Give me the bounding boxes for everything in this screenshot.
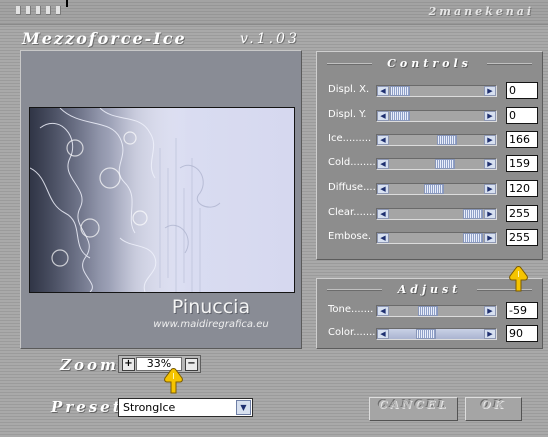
watermark-url: www.maidiregrafica.eu <box>153 319 269 330</box>
cancel-button[interactable]: CANCEL <box>369 397 458 421</box>
arrow-right-icon[interactable]: ▶ <box>484 86 496 96</box>
zoom-out-button[interactable]: − <box>185 358 198 371</box>
slider-row-diffuse: Diffuse..... ◀ ▶ 120 <box>317 180 542 198</box>
title-rule-right <box>487 63 532 65</box>
slider-row-embose: Embose. ◀ ▶ 255 <box>317 229 542 247</box>
controls-panel: Controls Displ. X. ◀ ▶ 0 Displ. Y. ◀ ▶ 0… <box>316 51 543 260</box>
plugin-window: 2manekenai Mezzoforce-Ice v.1.03 Pinucci… <box>0 0 548 437</box>
tone-value[interactable]: -59 <box>506 302 538 319</box>
displ-x-slider[interactable]: ◀ ▶ <box>376 85 497 97</box>
slider-label: Color....... <box>328 327 376 338</box>
arrow-right-icon[interactable]: ▶ <box>484 306 496 316</box>
displ-x-value[interactable]: 0 <box>506 82 538 99</box>
arrow-left-icon[interactable]: ◀ <box>377 86 389 96</box>
arrow-right-icon[interactable]: ▶ <box>484 233 496 243</box>
slider-row-clear: Clear....... ◀ ▶ 255 <box>317 205 542 223</box>
slider-label: Displ. Y. <box>328 109 367 120</box>
displ-y-value[interactable]: 0 <box>506 107 538 124</box>
clear-value[interactable]: 255 <box>506 205 538 222</box>
text-cursor <box>66 0 68 7</box>
slider-row-tone: Tone....... ◀ ▶ -59 <box>317 302 542 320</box>
diffuse-slider[interactable]: ◀ ▶ <box>376 183 497 195</box>
slider-label: Ice......... <box>328 133 372 144</box>
slider-thumb[interactable] <box>437 135 457 145</box>
author-label: 2manekenai <box>428 5 534 18</box>
ok-button[interactable]: OK <box>465 397 522 421</box>
slider-row-displ-x: Displ. X. ◀ ▶ 0 <box>317 82 542 100</box>
ice-value[interactable]: 166 <box>506 131 538 148</box>
slider-thumb[interactable] <box>416 329 436 339</box>
preset-label: Preset <box>51 398 123 416</box>
pointing-hand-icon <box>164 368 183 394</box>
slider-row-color: Color....... ◀ ▶ 90 <box>317 325 542 343</box>
slider-label: Diffuse..... <box>328 182 379 193</box>
arrow-right-icon[interactable]: ▶ <box>484 135 496 145</box>
embose-value[interactable]: 255 <box>506 229 538 246</box>
slider-thumb[interactable] <box>390 86 410 96</box>
slider-thumb[interactable] <box>390 111 410 121</box>
preset-selected: StrongIce <box>123 401 176 414</box>
zoom-label: Zoom <box>60 356 119 374</box>
preview-panel: Pinuccia www.maidiregrafica.eu <box>20 50 302 349</box>
watermark-name: Pinuccia <box>171 296 251 318</box>
preset-dropdown[interactable]: StrongIce ▼ <box>118 398 253 417</box>
slider-label: Clear....... <box>328 207 376 218</box>
ice-texture-art <box>30 108 294 292</box>
slider-thumb[interactable] <box>463 209 483 219</box>
slider-label: Cold........ <box>328 157 376 168</box>
version-label: v.1.03 <box>240 31 300 47</box>
arrow-left-icon[interactable]: ◀ <box>377 111 389 121</box>
title-bar[interactable]: 2manekenai <box>0 0 548 25</box>
tone-slider[interactable]: ◀ ▶ <box>376 305 497 317</box>
slider-row-ice: Ice......... ◀ ▶ 166 <box>317 131 542 149</box>
arrow-right-icon[interactable]: ▶ <box>484 111 496 121</box>
arrow-right-icon[interactable]: ▶ <box>484 159 496 169</box>
slider-thumb[interactable] <box>463 233 483 243</box>
arrow-left-icon[interactable]: ◀ <box>377 329 389 339</box>
color-slider[interactable]: ◀ ▶ <box>376 328 497 340</box>
arrow-right-icon[interactable]: ▶ <box>484 184 496 194</box>
preview-image[interactable] <box>29 107 295 293</box>
displ-y-slider[interactable]: ◀ ▶ <box>376 110 497 122</box>
grip-dots <box>16 6 61 15</box>
arrow-right-icon[interactable]: ▶ <box>484 209 496 219</box>
slider-label: Displ. X. <box>328 84 370 95</box>
embose-slider[interactable]: ◀ ▶ <box>376 232 497 244</box>
slider-thumb[interactable] <box>424 184 444 194</box>
slider-row-cold: Cold........ ◀ ▶ 159 <box>317 155 542 173</box>
slider-thumb[interactable] <box>435 159 455 169</box>
arrow-left-icon[interactable]: ◀ <box>377 233 389 243</box>
chevron-down-icon[interactable]: ▼ <box>236 400 251 415</box>
ice-slider[interactable]: ◀ ▶ <box>376 134 497 146</box>
cold-value[interactable]: 159 <box>506 155 538 172</box>
pointing-hand-icon <box>509 266 528 292</box>
slider-thumb[interactable] <box>418 306 438 316</box>
diffuse-value[interactable]: 120 <box>506 180 538 197</box>
arrow-left-icon[interactable]: ◀ <box>377 135 389 145</box>
zoom-in-button[interactable]: + <box>122 358 135 371</box>
arrow-left-icon[interactable]: ◀ <box>377 159 389 169</box>
arrow-left-icon[interactable]: ◀ <box>377 306 389 316</box>
app-title: Mezzoforce-Ice <box>22 29 187 48</box>
color-value[interactable]: 90 <box>506 325 538 342</box>
clear-slider[interactable]: ◀ ▶ <box>376 208 497 220</box>
arrow-left-icon[interactable]: ◀ <box>377 209 389 219</box>
zoom-control: + 33% − <box>118 355 201 373</box>
slider-label: Tone....... <box>328 304 374 315</box>
arrow-right-icon[interactable]: ▶ <box>484 329 496 339</box>
slider-row-displ-y: Displ. Y. ◀ ▶ 0 <box>317 107 542 125</box>
cold-slider[interactable]: ◀ ▶ <box>376 158 497 170</box>
slider-label: Embose. <box>328 231 372 242</box>
arrow-left-icon[interactable]: ◀ <box>377 184 389 194</box>
